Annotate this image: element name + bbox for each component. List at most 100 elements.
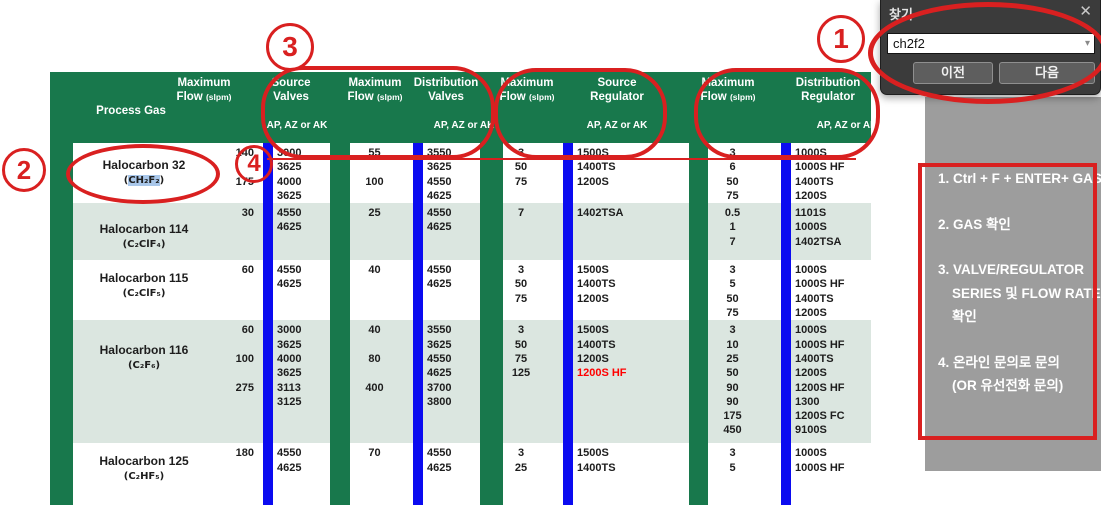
cell-line: 1000S xyxy=(795,323,871,337)
green-divider xyxy=(480,320,503,443)
cell-line: 4550 xyxy=(427,206,480,220)
cell-line: 1000S HF xyxy=(795,461,871,475)
cell-line: 75 xyxy=(503,175,539,189)
blue-divider xyxy=(263,203,273,260)
cell-line: 90 xyxy=(708,381,757,395)
flow-cell: 25 xyxy=(350,203,413,260)
green-divider xyxy=(480,203,503,260)
find-next-button[interactable]: 다음 xyxy=(999,62,1095,84)
cell-line: 1400TS xyxy=(577,338,689,352)
blue-divider xyxy=(263,143,273,203)
cell-line: 1400TS xyxy=(577,461,689,475)
cell-line: 3625 xyxy=(277,366,330,380)
cell-line: 4000 xyxy=(277,175,330,189)
instruction-line: 2. GAS 확인 xyxy=(938,213,1101,237)
find-search-input[interactable] xyxy=(887,33,1095,54)
cell-line: 3 xyxy=(708,323,757,337)
flow-cell: 30 xyxy=(215,203,263,260)
table-row: Halocarbon 114(C₂ClF₄)304550462525455046… xyxy=(50,203,871,260)
close-icon[interactable]: ✕ xyxy=(1079,4,1092,19)
col-header-source-regulator: SourceRegulator xyxy=(590,76,644,104)
flow-cell: 180 xyxy=(215,443,263,505)
cell-line: 180 xyxy=(215,446,254,460)
flow-cell: 365075 xyxy=(708,143,781,203)
green-divider xyxy=(689,320,708,443)
cell-line: 50 xyxy=(708,292,757,306)
col-subheader-source-valves-series: AP, AZ or AK xyxy=(267,120,328,131)
gas-spec-table: Process Gas Maximum Flow (slpm) SourceVa… xyxy=(50,72,871,505)
instruction-panel: 1. Ctrl + F + ENTER+ GAS2. GAS 확인3. VALV… xyxy=(925,97,1101,471)
blue-divider xyxy=(563,143,573,203)
series-cell: 45504625 xyxy=(423,260,480,320)
cell-line: 275 xyxy=(215,381,254,395)
cell-line: 1402TSA xyxy=(577,206,689,220)
green-divider xyxy=(480,143,503,203)
blue-divider xyxy=(263,320,273,443)
cell-line: 1500S xyxy=(577,263,689,277)
cell-line: 4550 xyxy=(427,175,480,189)
table-header: Process Gas Maximum Flow (slpm) SourceVa… xyxy=(50,72,871,143)
cell-line: 3625 xyxy=(277,189,330,203)
col-header-source-valves: SourceValves xyxy=(272,76,311,104)
cell-line xyxy=(215,160,254,174)
cell-line: 1200S xyxy=(577,352,689,366)
col-subheader-distribution-regulator-series: AP, AZ or AK xyxy=(817,120,878,131)
cell-line: 4625 xyxy=(277,277,330,291)
green-divider xyxy=(50,320,73,443)
cell-line: 140 xyxy=(215,146,254,160)
find-previous-button[interactable]: 이전 xyxy=(913,62,993,84)
annotation-circle-1: 1 xyxy=(817,15,865,63)
flow-cell: 35075 xyxy=(503,143,563,203)
cell-line: 6 xyxy=(708,160,757,174)
cell-line: 75 xyxy=(708,306,757,320)
series-cell: 1500S1400TS1200S xyxy=(573,260,689,320)
col-header-max-flow-4: Maximum Flow (slpm) xyxy=(701,76,756,104)
cell-line: 1200S HF xyxy=(795,381,871,395)
cell-line: 1400TS xyxy=(795,175,871,189)
blue-divider xyxy=(563,203,573,260)
col-header-max-flow-3: Maximum Flow (slpm) xyxy=(500,76,555,104)
cell-line: 4550 xyxy=(277,446,330,460)
cell-line: 4550 xyxy=(427,263,480,277)
cell-line: 25 xyxy=(503,461,539,475)
green-divider xyxy=(330,443,350,505)
table-row: Halocarbon 125(C₂HF₅)1804550462570455046… xyxy=(50,443,871,505)
cell-line: 60 xyxy=(215,323,254,337)
cell-line: 7 xyxy=(503,206,539,220)
cell-line: 3113 xyxy=(277,381,330,395)
annotation-circle-3: 3 xyxy=(266,23,314,71)
green-divider xyxy=(480,443,503,505)
find-dialog-title: 찾기 xyxy=(889,4,913,23)
process-gas-cell: Halocarbon 114(C₂ClF₄) xyxy=(73,203,215,260)
cell-line: 10 xyxy=(708,338,757,352)
blue-divider xyxy=(781,260,791,320)
cell-line: 3550 xyxy=(427,323,480,337)
cell-line xyxy=(350,366,399,380)
green-divider xyxy=(50,443,73,505)
cell-line: 4550 xyxy=(277,263,330,277)
series-cell: 300036254000362531133125 xyxy=(273,320,330,443)
blue-divider xyxy=(413,320,423,443)
series-cell: 355036254550462537003800 xyxy=(423,320,480,443)
cell-line: 1 xyxy=(708,220,757,234)
col-header-distribution-valves: DistributionValves xyxy=(414,76,479,104)
green-divider xyxy=(689,143,708,203)
series-cell: 1000S1000S HF xyxy=(791,443,871,505)
series-cell: 1402TSA xyxy=(573,203,689,260)
series-cell: 3550362545504625 xyxy=(423,143,480,203)
blue-divider xyxy=(563,260,573,320)
cell-line: 3 xyxy=(503,146,539,160)
blue-divider xyxy=(781,203,791,260)
green-divider xyxy=(50,203,73,260)
cell-line: 1000S xyxy=(795,446,871,460)
blue-divider xyxy=(563,443,573,505)
cell-line: 125 xyxy=(503,366,539,380)
series-cell: 1500S1400TS1200S1200S HF xyxy=(573,320,689,443)
cell-line: 25 xyxy=(350,206,399,220)
instruction-line: 1. Ctrl + F + ENTER+ GAS xyxy=(938,167,1101,191)
cell-line: 50 xyxy=(708,175,757,189)
green-divider xyxy=(330,320,350,443)
cell-line: 3125 xyxy=(277,395,330,409)
cell-line xyxy=(215,338,254,352)
cell-line: 1400TS xyxy=(577,160,689,174)
